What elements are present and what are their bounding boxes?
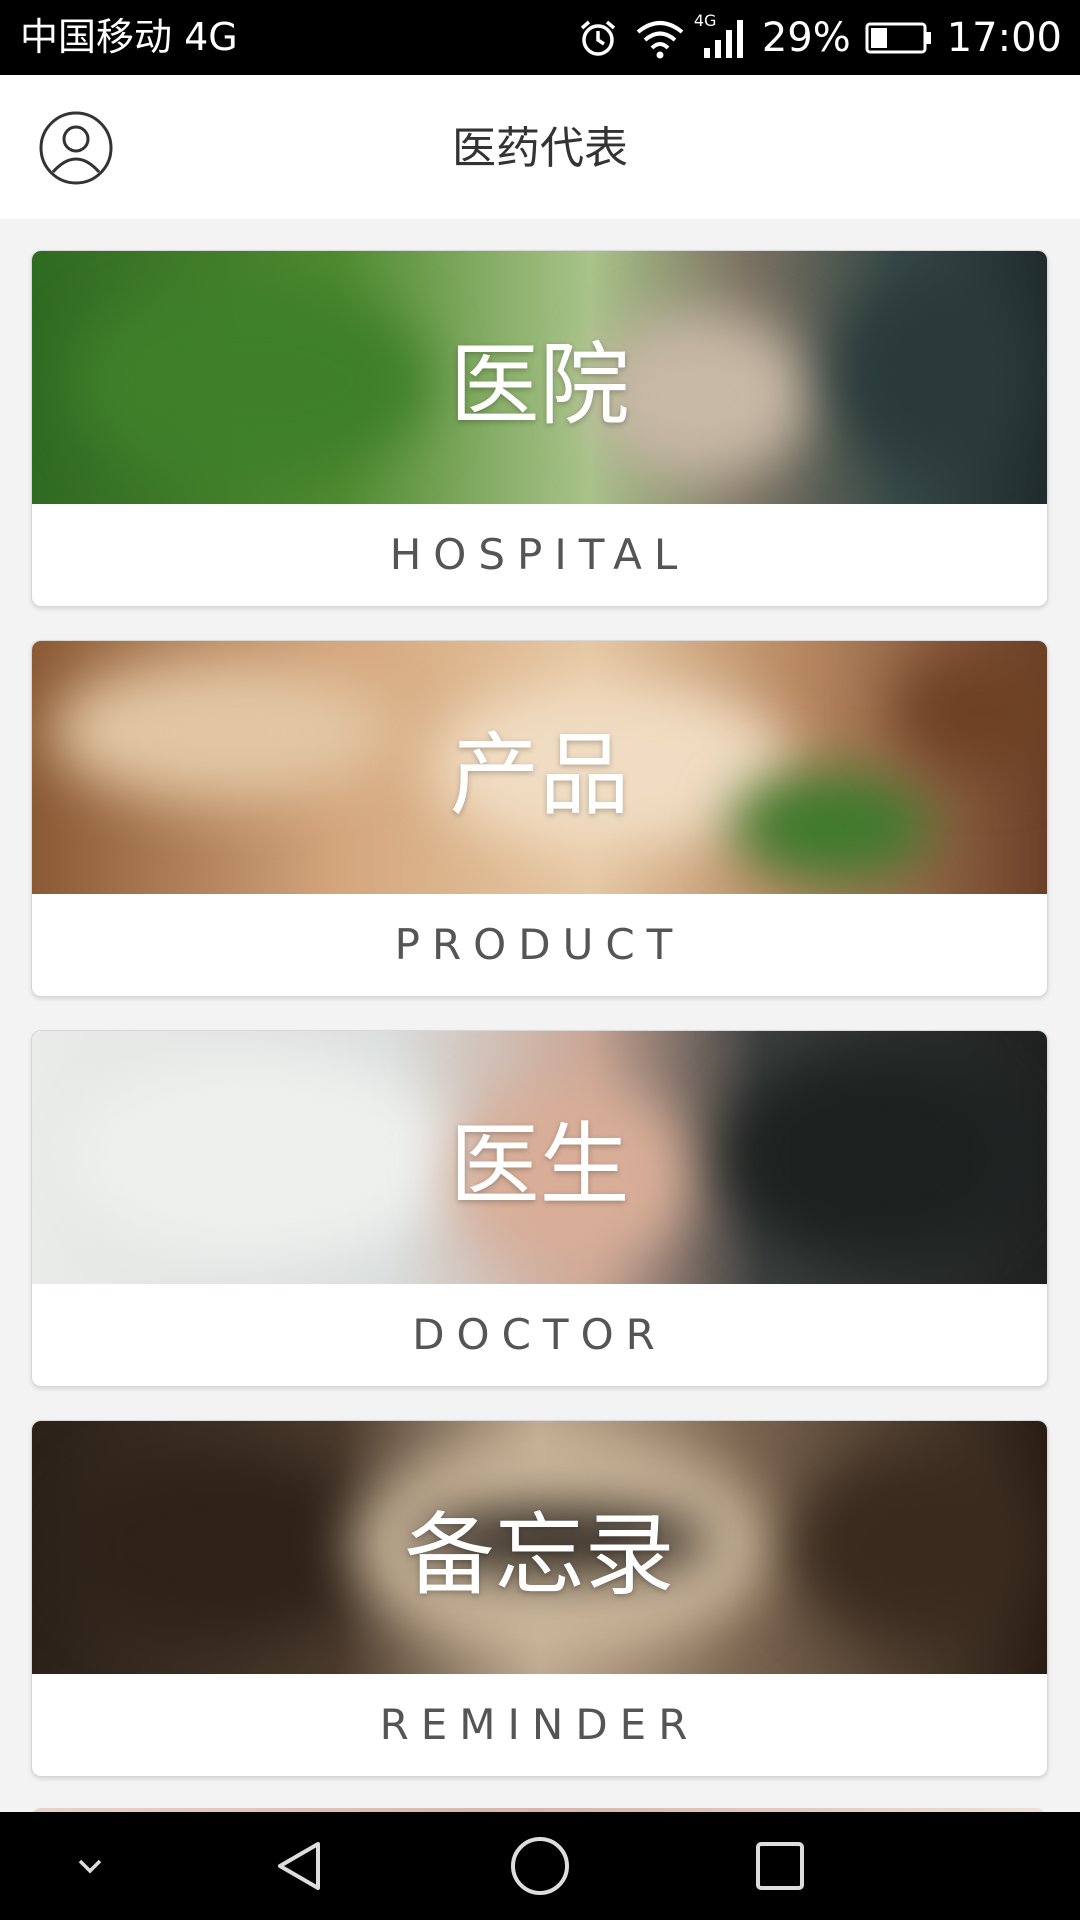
reminder-card[interactable]: 备忘录 REMINDER (31, 1420, 1048, 1777)
carrier-label: 中国移动 4G (20, 15, 238, 59)
battery-percent: 29% (761, 15, 851, 61)
home-icon[interactable] (508, 1834, 572, 1898)
alarm-icon (576, 16, 620, 60)
hospital-card[interactable]: 医院 HOSPITAL (31, 250, 1048, 607)
product-card-title: 产品 (449, 723, 630, 828)
hospital-card-subtitle: HOSPITAL (389, 530, 690, 579)
doctor-card[interactable]: 医生 DOCTOR (31, 1030, 1048, 1387)
navigation-bar (0, 1812, 1080, 1920)
wifi-icon (634, 16, 686, 60)
status-bar: 中国移动 4G 4G 29% 17:00 (0, 0, 1080, 75)
back-icon[interactable] (268, 1834, 332, 1898)
clock: 17:00 (946, 15, 1062, 61)
product-card-subtitle: PRODUCT (394, 920, 685, 969)
doctor-card-subtitle: DOCTOR (412, 1310, 667, 1359)
chevron-down-icon[interactable] (58, 1834, 122, 1898)
status-icons: 4G 29% 17:00 (576, 10, 1062, 66)
product-card[interactable]: 产品 PRODUCT (31, 640, 1048, 997)
reminder-card-title: 备忘录 (404, 1503, 675, 1608)
reminder-card-subtitle: REMINDER (379, 1700, 700, 1749)
page-title: 医药代表 (452, 123, 628, 174)
doctor-card-title: 医生 (449, 1113, 630, 1218)
app-header: 医药代表 (0, 75, 1080, 219)
battery-icon (865, 18, 933, 58)
signal-icon: 4G (694, 12, 748, 60)
hospital-card-title: 医院 (449, 333, 630, 438)
network-badge: 4G (693, 11, 717, 30)
recents-icon[interactable] (748, 1834, 812, 1898)
